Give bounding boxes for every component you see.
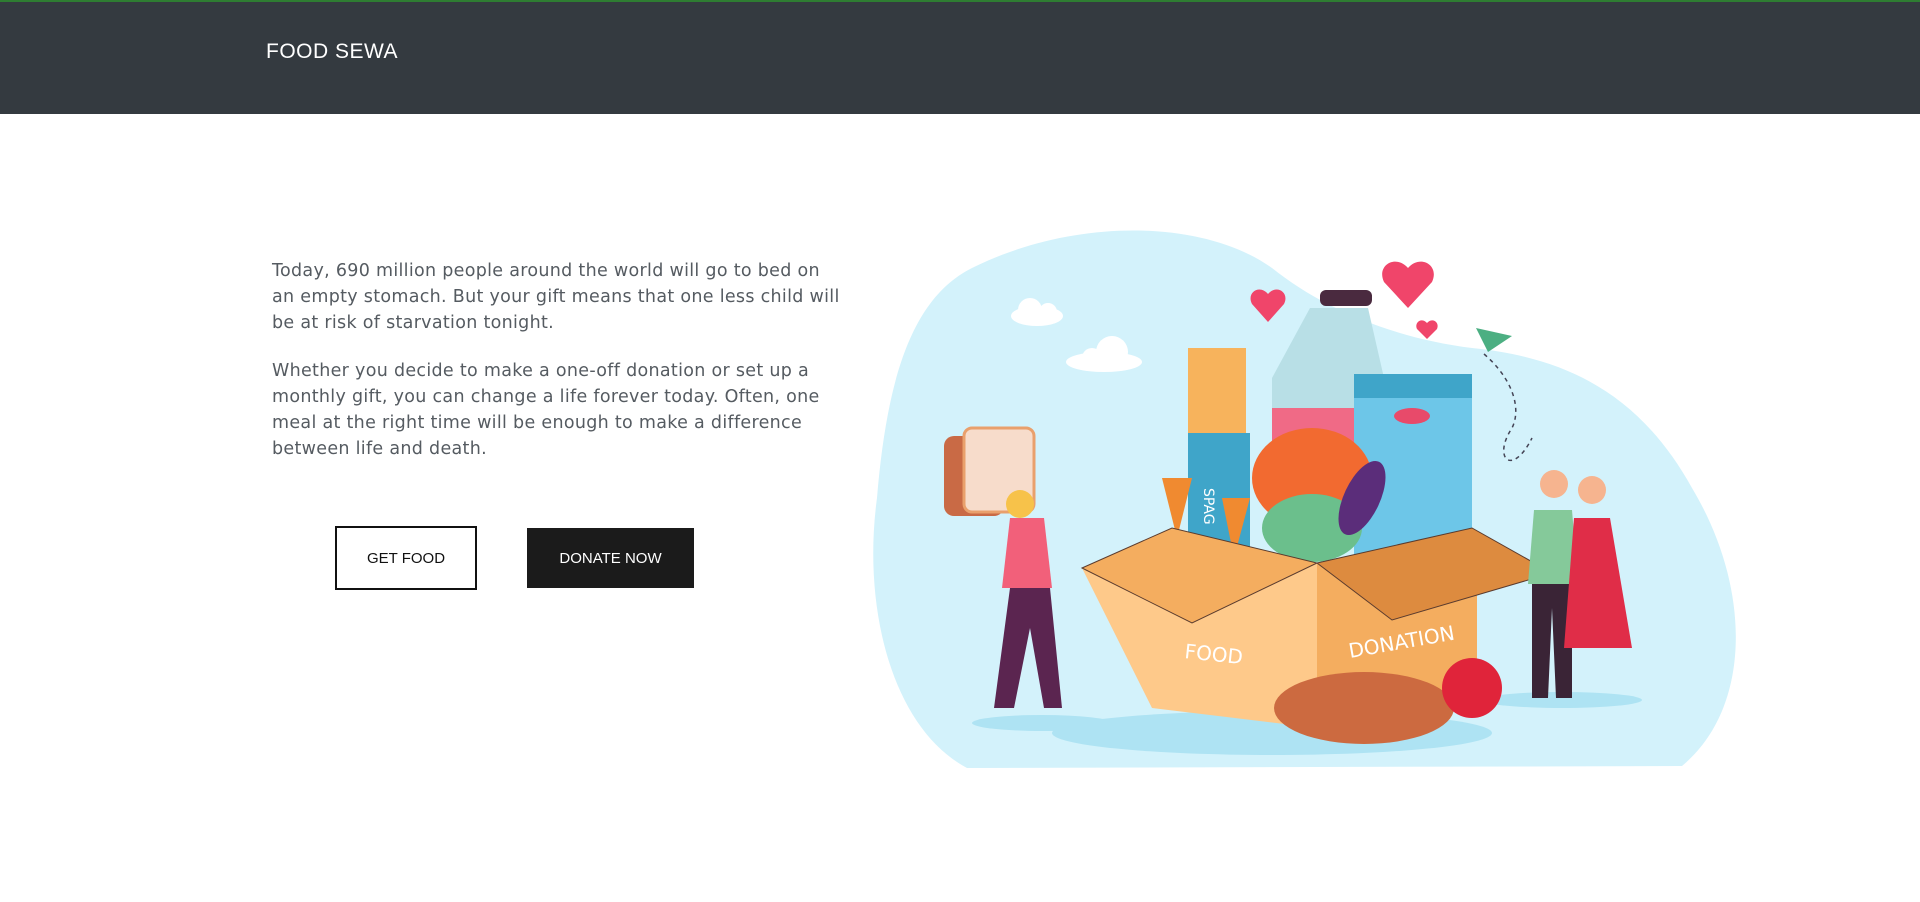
hero-text: Today, 690 million people around the wor… xyxy=(272,258,842,484)
bread-loaf xyxy=(1274,672,1454,744)
navbar: FOOD SEWA xyxy=(0,2,1920,114)
hero-paragraph-2: Whether you decide to make a one-off don… xyxy=(272,361,820,459)
brand-logo[interactable]: FOOD SEWA xyxy=(266,40,398,64)
get-food-button[interactable]: GET FOOD xyxy=(335,526,477,590)
food-donation-illustration: SPAG FOOD DONATION xyxy=(873,230,1736,768)
pasta-label: SPAG xyxy=(1200,488,1216,525)
hero-paragraph-1: Today, 690 million people around the wor… xyxy=(272,261,840,333)
apple xyxy=(1442,658,1502,718)
donate-now-button[interactable]: DONATE NOW xyxy=(527,528,694,588)
